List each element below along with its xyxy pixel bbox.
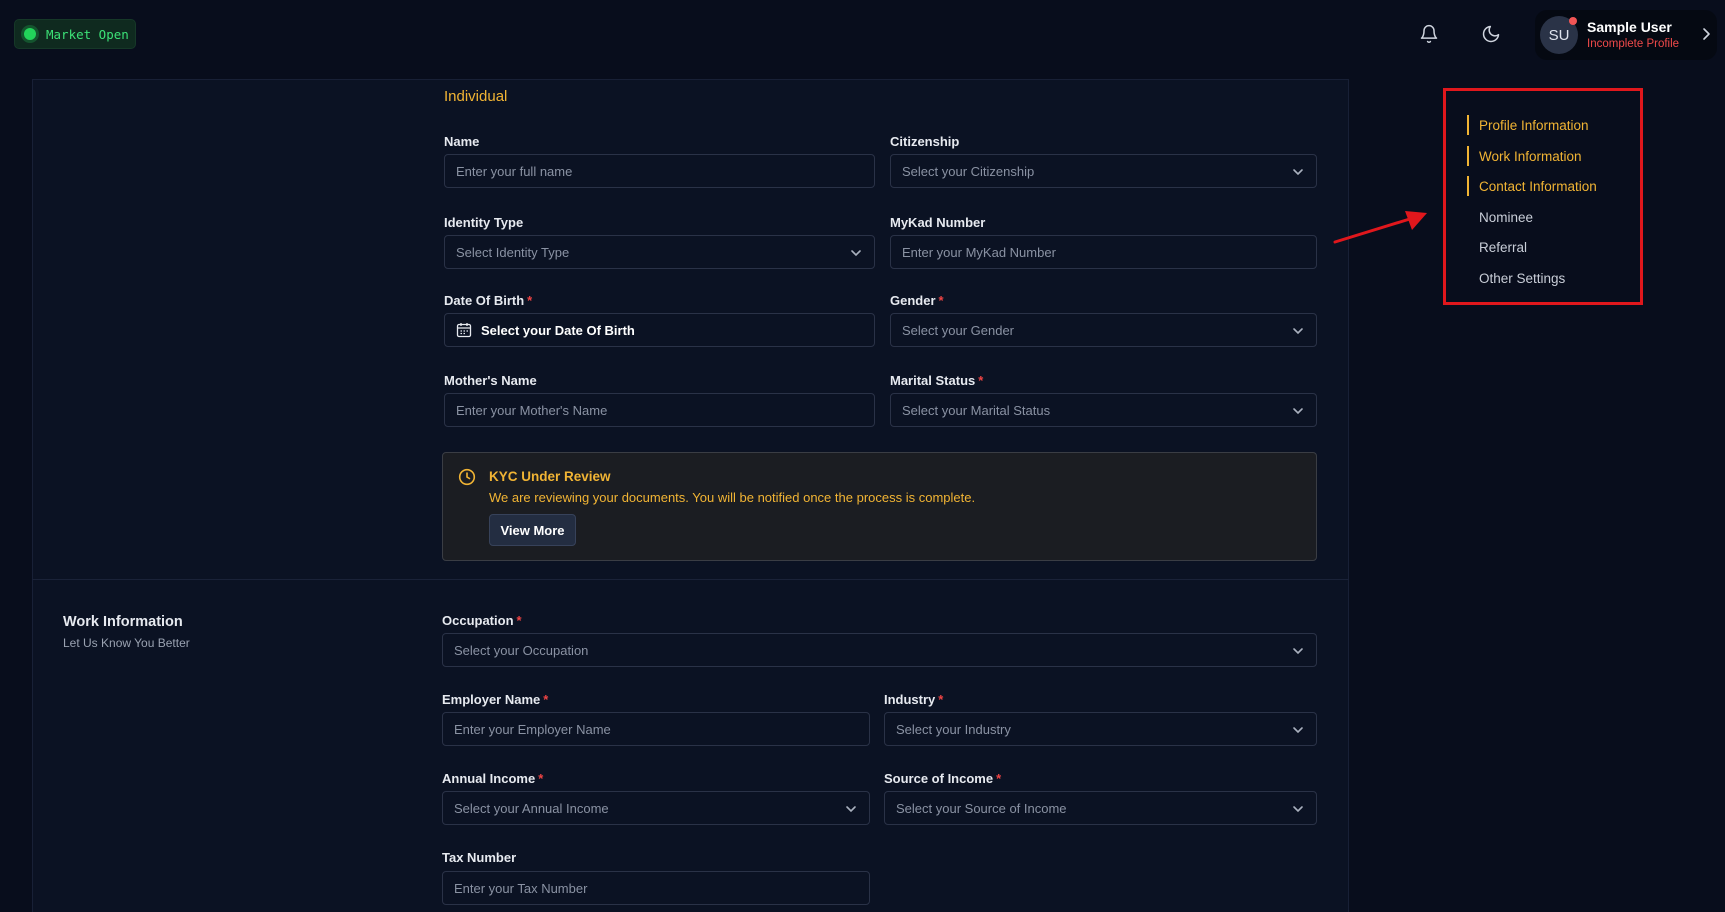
- industry-select[interactable]: Select your Industry: [884, 712, 1317, 746]
- chevron-down-icon: [1292, 724, 1304, 739]
- chevron-down-icon: [1292, 325, 1304, 340]
- chevron-down-icon: [1292, 645, 1304, 660]
- occupation-label: Occupation *: [442, 613, 522, 628]
- avatar: SU: [1540, 16, 1578, 54]
- annotation-arrow: [1333, 206, 1433, 261]
- nav-item-work-information[interactable]: Work Information: [1467, 146, 1582, 166]
- view-more-button[interactable]: View More: [489, 514, 576, 546]
- section-heading-individual: Individual: [444, 88, 508, 105]
- name-label: Name: [444, 134, 480, 149]
- nav-item-referral[interactable]: Referral: [1467, 237, 1527, 257]
- section-divider: [32, 579, 1349, 580]
- employer-name-input[interactable]: Enter your Employer Name: [442, 712, 870, 746]
- mykad-input[interactable]: Enter your MyKad Number: [890, 235, 1317, 269]
- marital-status-label: Marital Status *: [890, 373, 984, 388]
- nav-item-profile-information[interactable]: Profile Information: [1467, 115, 1589, 135]
- citizenship-label: Citizenship: [890, 134, 960, 149]
- identity-type-select[interactable]: Select Identity Type: [444, 235, 875, 269]
- dob-label: Date Of Birth *: [444, 293, 533, 308]
- nav-item-nominee[interactable]: Nominee: [1467, 207, 1533, 227]
- chevron-down-icon: [850, 247, 862, 262]
- identity-type-label: Identity Type: [444, 215, 524, 230]
- nav-item-contact-information[interactable]: Contact Information: [1467, 176, 1597, 196]
- market-status-text: Market Open: [46, 26, 129, 42]
- chevron-down-icon: [845, 803, 857, 818]
- notification-dot: [1569, 17, 1577, 25]
- kyc-review-notice: KYC Under Review We are reviewing your d…: [442, 452, 1317, 561]
- citizenship-select[interactable]: Select your Citizenship: [890, 154, 1317, 188]
- tax-number-input[interactable]: Enter your Tax Number: [442, 871, 870, 905]
- section-nav: Profile Information Work Information Con…: [1443, 88, 1643, 305]
- market-status-dot: [24, 28, 36, 40]
- dob-datepicker[interactable]: Select your Date Of Birth: [444, 313, 875, 347]
- avatar-initials: SU: [1548, 26, 1570, 44]
- source-of-income-label: Source of Income *: [884, 771, 1002, 786]
- annual-income-label: Annual Income *: [442, 771, 544, 786]
- chevron-right-icon: [1701, 27, 1711, 46]
- work-section-subtitle: Let Us Know You Better: [63, 636, 190, 650]
- calendar-icon: [456, 322, 472, 338]
- name-input[interactable]: Enter your full name: [444, 154, 875, 188]
- mother-name-label: Mother's Name: [444, 373, 537, 388]
- kyc-message: We are reviewing your documents. You wil…: [489, 490, 976, 505]
- nav-item-other-settings[interactable]: Other Settings: [1467, 268, 1565, 288]
- clock-icon: [458, 468, 476, 491]
- kyc-title: KYC Under Review: [489, 469, 611, 484]
- industry-label: Industry *: [884, 692, 944, 707]
- marital-status-select[interactable]: Select your Marital Status: [890, 393, 1317, 427]
- user-menu-button[interactable]: SU Sample User Incomplete Profile: [1535, 10, 1717, 60]
- employer-name-label: Employer Name *: [442, 692, 549, 707]
- profile-status: Incomplete Profile: [1587, 37, 1680, 50]
- gender-select[interactable]: Select your Gender: [890, 313, 1317, 347]
- mykad-label: MyKad Number: [890, 215, 986, 230]
- chevron-down-icon: [1292, 166, 1304, 181]
- market-status-badge: Market Open: [14, 19, 136, 49]
- moon-icon[interactable]: [1477, 20, 1505, 48]
- occupation-select[interactable]: Select your Occupation: [442, 633, 1317, 667]
- user-name: Sample User: [1587, 18, 1672, 35]
- bell-icon[interactable]: [1415, 20, 1443, 48]
- mother-name-input[interactable]: Enter your Mother's Name: [444, 393, 875, 427]
- gender-label: Gender *: [890, 293, 944, 308]
- chevron-down-icon: [1292, 405, 1304, 420]
- tax-number-label: Tax Number: [442, 850, 517, 865]
- annual-income-select[interactable]: Select your Annual Income: [442, 791, 870, 825]
- chevron-down-icon: [1292, 803, 1304, 818]
- work-section-title: Work Information: [63, 614, 183, 630]
- source-of-income-select[interactable]: Select your Source of Income: [884, 791, 1317, 825]
